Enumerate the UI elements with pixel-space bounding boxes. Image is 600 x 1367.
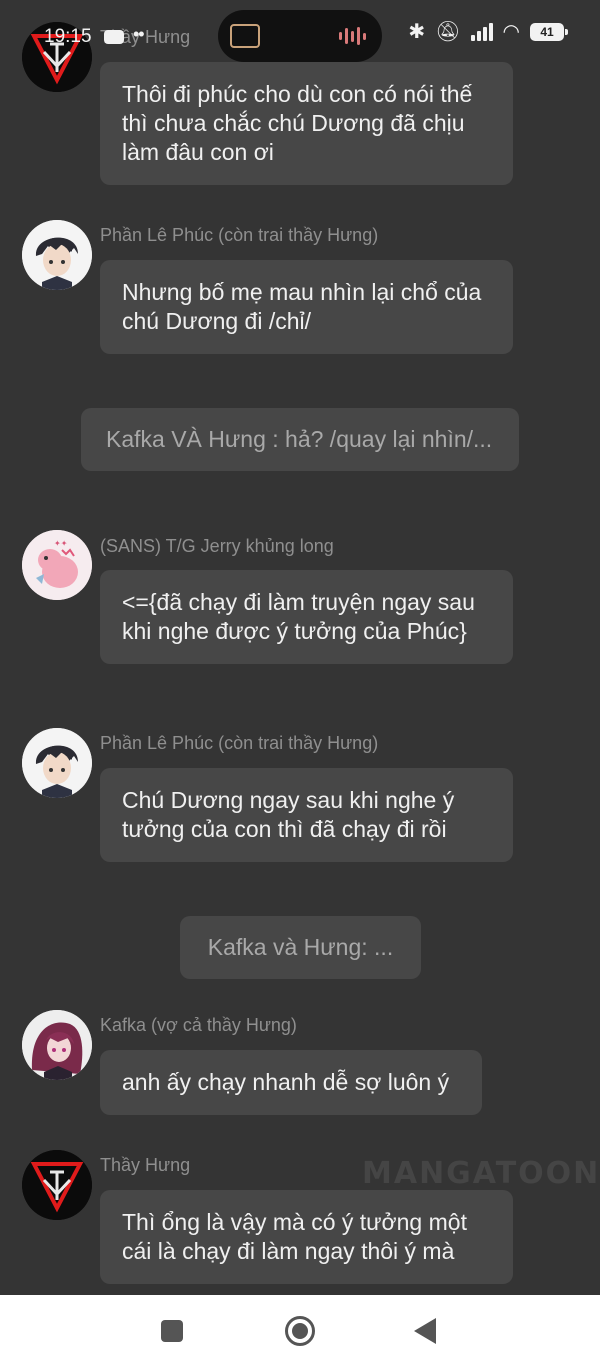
message-bubble[interactable]: anh ấy chạy nhanh dễ sợ luôn ý (100, 1050, 482, 1115)
recent-apps-button[interactable] (161, 1320, 183, 1342)
message-bubble[interactable]: Thôi đi phúc cho dù con có nói thế thì c… (100, 62, 513, 185)
wifi-icon: ◠ (502, 21, 520, 43)
message-bubble[interactable]: Nhưng bố mẹ mau nhìn lại chổ của chú Dươ… (100, 260, 513, 354)
battery-icon: 41 (530, 23, 568, 41)
sender-name: Kafka (vợ cả thầy Hưng) (100, 1015, 297, 1035)
boy-portrait-icon (22, 728, 92, 798)
discord-icon (104, 30, 124, 44)
message-bubble[interactable]: Thì ổng là vậy mà có ý tưởng một cái là … (100, 1190, 513, 1284)
back-button[interactable] (414, 1318, 436, 1344)
audio-wave-icon (339, 27, 366, 45)
narration-bubble[interactable]: Kafka và Hưng: ... (180, 916, 421, 979)
kafka-portrait-icon (22, 1010, 92, 1080)
bluetooth-icon: ✱ (408, 21, 426, 43)
avatar[interactable]: ✦✦ (22, 530, 92, 600)
boy-portrait-icon (22, 220, 92, 290)
home-button[interactable] (285, 1316, 315, 1346)
mute-icon: 🔕︎ (435, 21, 461, 43)
sender-name: Phần Lê Phúc (còn trai thầy Hưng) (100, 733, 379, 753)
more-notifications-icon: •• (133, 24, 145, 44)
avatar[interactable] (22, 1150, 92, 1220)
status-time: 19:15 (44, 26, 92, 47)
status-bar: 19:15 •• ✱ 🔕︎ ◠ 41 (0, 0, 600, 72)
dinosaur-sticker-icon: ✦✦ (22, 530, 92, 600)
svg-text:✦✦: ✦✦ (54, 539, 68, 548)
avatar[interactable] (22, 1010, 92, 1080)
avatar[interactable] (22, 220, 92, 290)
message-bubble[interactable]: Chú Dương ngay sau khi nghe ý tưởng của … (100, 768, 513, 862)
watermark: MANGATOON (362, 1156, 600, 1191)
sender-name: Thầy Hưng (100, 1155, 191, 1175)
demon-emblem-icon (22, 1150, 92, 1220)
avatar[interactable] (22, 728, 92, 798)
sender-name: Phần Lê Phúc (còn trai thầy Hưng) (100, 225, 379, 245)
message-bubble[interactable]: <={đã chạy đi làm truyện ngay sau khi ng… (100, 570, 513, 664)
status-icons: ✱ 🔕︎ ◠ 41 (408, 21, 568, 43)
media-thumbnail-icon (230, 24, 260, 48)
narration-bubble[interactable]: Kafka VÀ Hưng : hả? /quay lại nhìn/... (81, 408, 519, 471)
dynamic-island (218, 10, 382, 62)
navigation-bar (0, 1295, 600, 1367)
sender-name: (SANS) T/G Jerry khủng long (100, 536, 334, 556)
signal-icon (470, 23, 493, 41)
